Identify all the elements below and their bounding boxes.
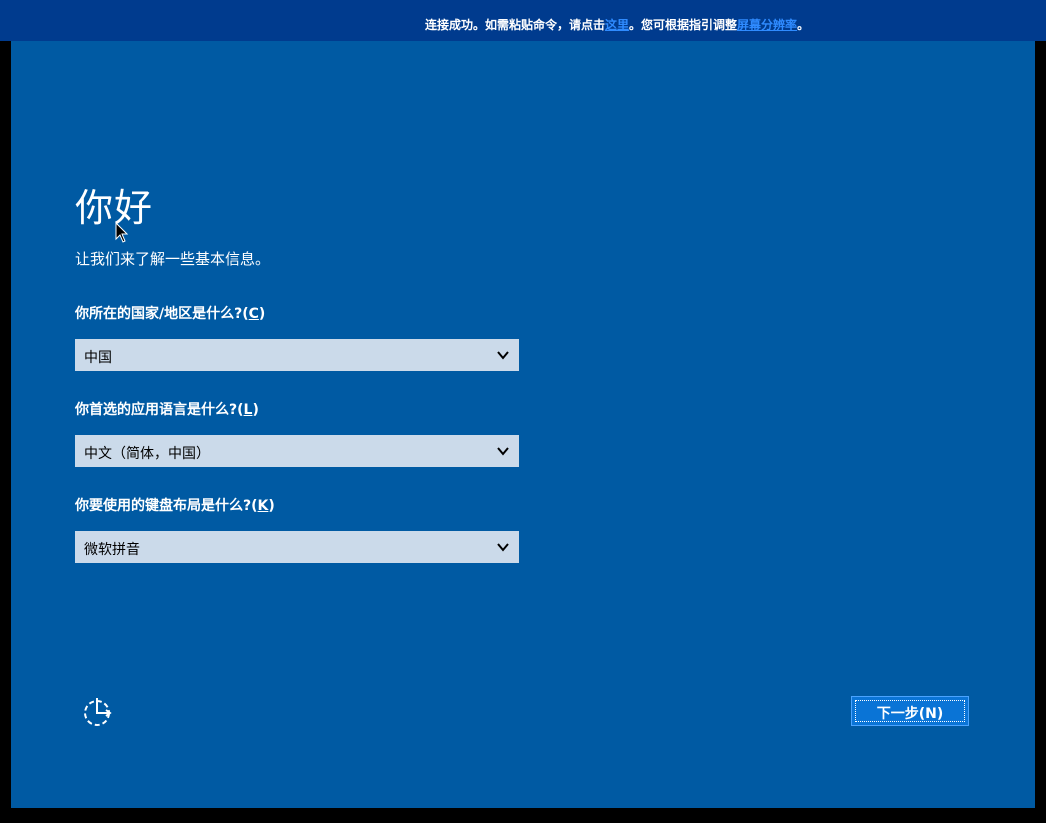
banner-text-middle: 。您可根据指引调整: [629, 18, 738, 32]
chevron-down-icon: [497, 351, 509, 360]
banner-text-prefix: 连接成功。如需粘贴命令，请点击: [425, 18, 606, 32]
country-question-text: 你所在的国家/地区是什么?(: [75, 306, 249, 322]
next-button[interactable]: 下一步(N): [851, 696, 969, 726]
country-value: 中国: [84, 350, 112, 366]
page-subtitle: 让我们来了解一些基本信息。: [75, 250, 271, 268]
language-question-text: 你首选的应用语言是什么?(: [75, 402, 244, 418]
language-question-close: ): [252, 402, 259, 418]
chevron-down-icon: [497, 447, 509, 456]
country-question-close: ): [258, 306, 266, 322]
keyboard-question: 你要使用的键盘布局是什么?(K): [75, 495, 275, 515]
page-title: 你好: [75, 186, 154, 230]
banner-text-suffix: 。: [797, 18, 810, 32]
remote-connection-banner: 连接成功。如需粘贴命令，请点击这里。您可根据指引调整屏幕分辨率。: [0, 0, 1046, 41]
country-accelerator: C: [248, 306, 259, 322]
screen-resolution-link[interactable]: 屏幕分辨率: [737, 18, 797, 32]
mouse-pointer-icon: [115, 222, 129, 243]
language-value: 中文（简体，中国）: [84, 446, 210, 462]
next-button-label: 下一步(N): [876, 706, 944, 722]
windows-setup-screen: 你好 让我们来了解一些基本信息。 你所在的国家/地区是什么?(C) 中国 你首选…: [11, 41, 1035, 808]
language-question: 你首选的应用语言是什么?(L): [75, 399, 259, 419]
chevron-down-icon: [497, 543, 509, 552]
keyboard-question-text: 你要使用的键盘布局是什么?(: [75, 498, 258, 514]
language-dropdown[interactable]: 中文（简体，中国）: [75, 435, 519, 467]
country-question: 你所在的国家/地区是什么?(C): [75, 303, 265, 323]
keyboard-dropdown[interactable]: 微软拼音: [75, 531, 519, 563]
banner-message: 连接成功。如需粘贴命令，请点击这里。您可根据指引调整屏幕分辨率。: [425, 16, 809, 33]
country-dropdown[interactable]: 中国: [75, 339, 519, 371]
keyboard-question-close: ): [268, 498, 275, 514]
keyboard-value: 微软拼音: [84, 542, 140, 558]
ease-of-access-icon[interactable]: [81, 694, 117, 730]
keyboard-accelerator: K: [257, 498, 269, 514]
paste-command-link[interactable]: 这里: [605, 18, 629, 32]
